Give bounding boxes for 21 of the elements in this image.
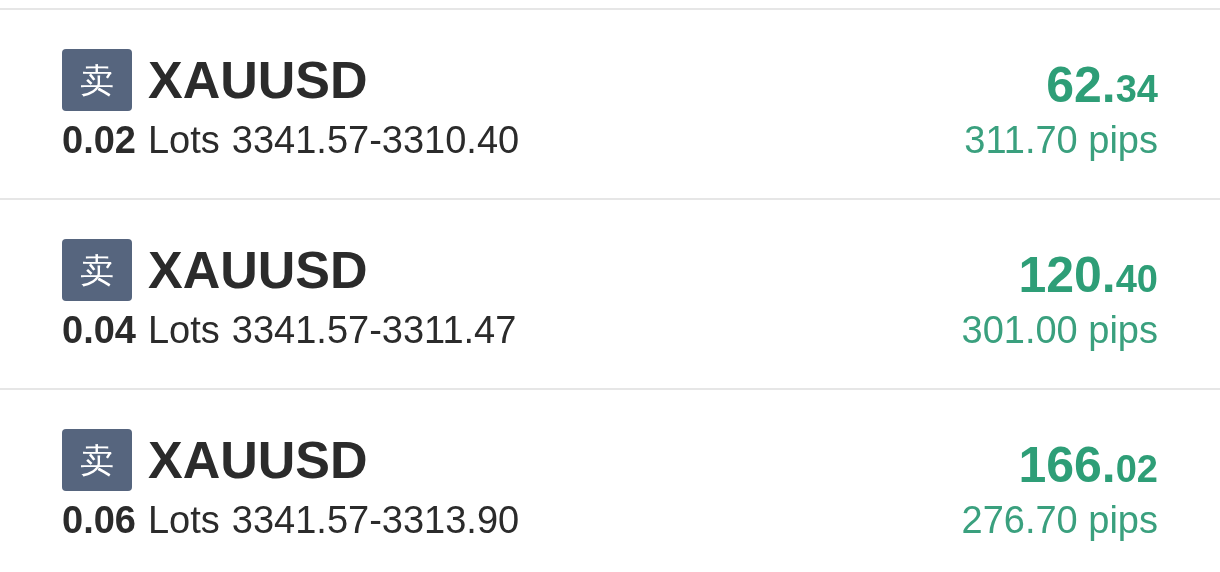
symbol-label: XAUUSD — [148, 54, 368, 106]
pips-value: 276.70 pips — [961, 501, 1158, 539]
price-range: 3341.57-3310.40 — [231, 121, 520, 159]
lot-size: 0.04 — [62, 311, 136, 349]
sell-badge: 卖 — [62, 429, 132, 491]
price-range: 3341.57-3311.47 — [231, 311, 517, 349]
symbol-label: XAUUSD — [148, 434, 368, 486]
pips-value: 301.00 pips — [961, 311, 1158, 349]
symbol-label: XAUUSD — [148, 244, 368, 296]
lots-unit: Lots — [147, 501, 220, 539]
lot-size: 0.06 — [62, 501, 136, 539]
profit-value: 166.02 — [1018, 440, 1158, 490]
pips-value: 311.70 pips — [964, 121, 1158, 159]
lots-unit: Lots — [147, 311, 220, 349]
sell-badge: 卖 — [62, 49, 132, 111]
profit-value: 120.40 — [1018, 250, 1158, 300]
profit-value: 62.34 — [1046, 60, 1158, 110]
price-range: 3341.57-3313.90 — [231, 501, 520, 539]
sell-badge: 卖 — [62, 239, 132, 301]
lot-size: 0.02 — [62, 121, 136, 159]
lots-unit: Lots — [147, 121, 220, 159]
